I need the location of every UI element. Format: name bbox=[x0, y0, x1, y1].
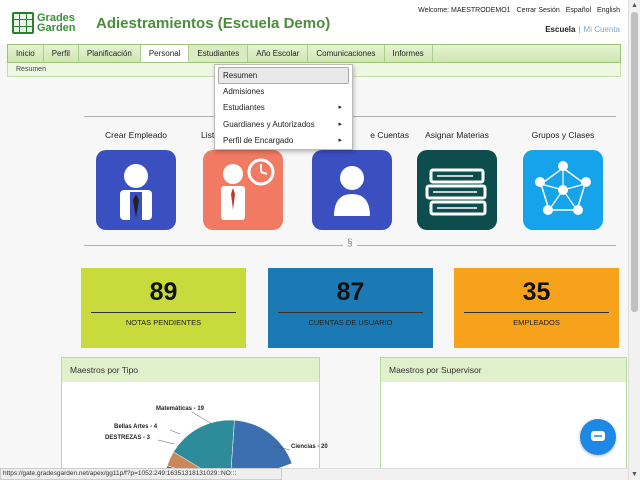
menu-item-label: Admisiones bbox=[223, 86, 265, 96]
scroll-up-icon[interactable]: ▲ bbox=[631, 2, 638, 9]
menu-item-estudiantes[interactable]: Estudiantes ▸ bbox=[215, 100, 352, 117]
stat-label: CUENTAS DE USUARIO bbox=[308, 318, 393, 327]
card-label-crear-empleado[interactable]: Crear Empleado bbox=[86, 130, 186, 140]
chat-icon bbox=[591, 431, 605, 441]
menu-item-guardianes[interactable]: Guardianes y Autorizados ▸ bbox=[215, 117, 352, 134]
nav-ano-escolar[interactable]: Año Escolar bbox=[248, 45, 309, 62]
nav-inicio[interactable]: Inicio bbox=[8, 45, 44, 62]
pie-label-ciencias: Ciencias - 20 bbox=[291, 444, 328, 450]
user-account-icon bbox=[334, 166, 370, 216]
asignar-materias-tile[interactable] bbox=[417, 150, 497, 230]
logo[interactable]: Grades Garden bbox=[12, 11, 90, 35]
pie-leader-line bbox=[157, 439, 175, 445]
nav-estudiantes[interactable]: Estudiantes bbox=[189, 45, 249, 62]
submenu-arrow-icon: ▸ bbox=[338, 120, 342, 128]
logo-text-line2: Garden bbox=[37, 22, 76, 34]
menu-item-label: Resumen bbox=[223, 71, 258, 80]
books-icon bbox=[425, 168, 487, 216]
nav-informes[interactable]: Informes bbox=[385, 45, 433, 62]
group-network-icon bbox=[535, 161, 591, 215]
card-label-asignar-materias[interactable]: Asignar Materias bbox=[407, 130, 507, 140]
school-link[interactable]: Escuela bbox=[545, 25, 575, 34]
page-title: Adiestramientos (Escuela Demo) bbox=[96, 15, 331, 32]
school-links: Escuela | Mi Cuenta bbox=[545, 25, 620, 34]
status-bar-url: https://gate.gradesgarden.net/apex/gg11p… bbox=[0, 468, 282, 480]
scroll-thumb[interactable] bbox=[631, 12, 638, 312]
stat-notas-pendientes[interactable]: 89 NOTAS PENDIENTES bbox=[81, 268, 246, 348]
welcome-text: Welcome: MAESTRODEMO1 bbox=[418, 7, 511, 14]
link-separator: | bbox=[578, 25, 581, 34]
horizontal-scrollbar[interactable] bbox=[282, 468, 628, 480]
pie-label-destrezas: DESTREZAS - 3 bbox=[105, 435, 151, 441]
clock-employee-icon bbox=[221, 158, 275, 220]
nav-perfil[interactable]: Perfil bbox=[44, 45, 79, 62]
estudiantes-dropdown-menu: Resumen Admisiones Estudiantes ▸ Guardian… bbox=[214, 64, 353, 150]
logo-grid-icon bbox=[12, 12, 34, 34]
submenu-arrow-icon: ▸ bbox=[338, 104, 342, 111]
menu-item-perfil-encargado[interactable]: Perfil de Encargado ▸ bbox=[215, 133, 352, 150]
nav-personal[interactable]: Personal bbox=[140, 45, 190, 62]
pie-leader-line bbox=[169, 429, 181, 435]
chat-button[interactable] bbox=[580, 419, 616, 455]
employee-icon bbox=[120, 164, 152, 220]
nav-planificacion[interactable]: Planificación bbox=[79, 45, 141, 62]
panel-title: Maestros por Supervisor bbox=[381, 358, 626, 382]
user-accounts-tile[interactable] bbox=[312, 150, 392, 230]
my-account-link[interactable]: Mi Cuenta bbox=[584, 25, 620, 34]
panel-title: Maestros por Tipo bbox=[62, 358, 319, 382]
section-mark: § bbox=[343, 238, 357, 249]
nav-comunicaciones[interactable]: Comunicaciones bbox=[308, 45, 385, 62]
crear-empleado-tile[interactable] bbox=[96, 150, 176, 230]
pie-label-matematicas: Matemáticas - 19 bbox=[156, 406, 205, 412]
pie-leader-line bbox=[191, 411, 213, 425]
scroll-down-icon[interactable]: ▼ bbox=[631, 471, 638, 478]
stat-label: NOTAS PENDIENTES bbox=[125, 318, 202, 327]
logout-link[interactable]: Cerrar Sesión bbox=[517, 7, 560, 14]
stat-cuentas-usuario[interactable]: 87 CUENTAS DE USUARIO bbox=[268, 268, 433, 348]
submenu-arrow-icon: ▸ bbox=[338, 137, 342, 144]
app-header: Grades Garden Adiestramientos (Escuela D… bbox=[0, 0, 628, 44]
stat-divider bbox=[91, 312, 236, 313]
menu-item-admisiones[interactable]: Admisiones bbox=[215, 84, 352, 101]
grupos-clases-tile[interactable] bbox=[523, 150, 603, 230]
pie-label-bellas-artes: Bellas Artes - 4 bbox=[114, 424, 158, 430]
main-nav: Inicio Perfil Planificación Personal Est… bbox=[7, 44, 621, 63]
stat-label: EMPLEADOS bbox=[513, 318, 560, 327]
stat-empleados[interactable]: 35 EMPLEADOS bbox=[454, 268, 619, 348]
menu-item-resumen[interactable]: Resumen bbox=[218, 67, 349, 84]
vertical-scrollbar[interactable]: ▲ ▼ bbox=[628, 0, 640, 480]
menu-item-label: Perfil de Encargado bbox=[223, 136, 294, 145]
menu-item-label: Guardianes y Autorizados bbox=[223, 119, 315, 129]
stat-value: 87 bbox=[336, 278, 365, 306]
lang-es-link[interactable]: Español bbox=[566, 7, 591, 14]
lang-en-link[interactable]: English bbox=[597, 7, 620, 14]
card-label-grupos-clases[interactable]: Grupos y Clases bbox=[513, 130, 613, 140]
menu-item-label: Estudiantes bbox=[223, 103, 265, 112]
stat-divider bbox=[464, 312, 609, 313]
list-employees-tile[interactable] bbox=[203, 150, 283, 230]
pie-chart bbox=[157, 411, 293, 480]
panel-maestros-por-tipo: Maestros por Tipo Matemáticas - 19 Bella… bbox=[61, 357, 328, 480]
stat-value: 35 bbox=[522, 278, 551, 306]
stat-divider bbox=[278, 312, 423, 313]
stat-value: 89 bbox=[149, 278, 178, 306]
top-links: Welcome: MAESTRODEMO1 Cerrar Sesión Espa… bbox=[418, 7, 620, 14]
